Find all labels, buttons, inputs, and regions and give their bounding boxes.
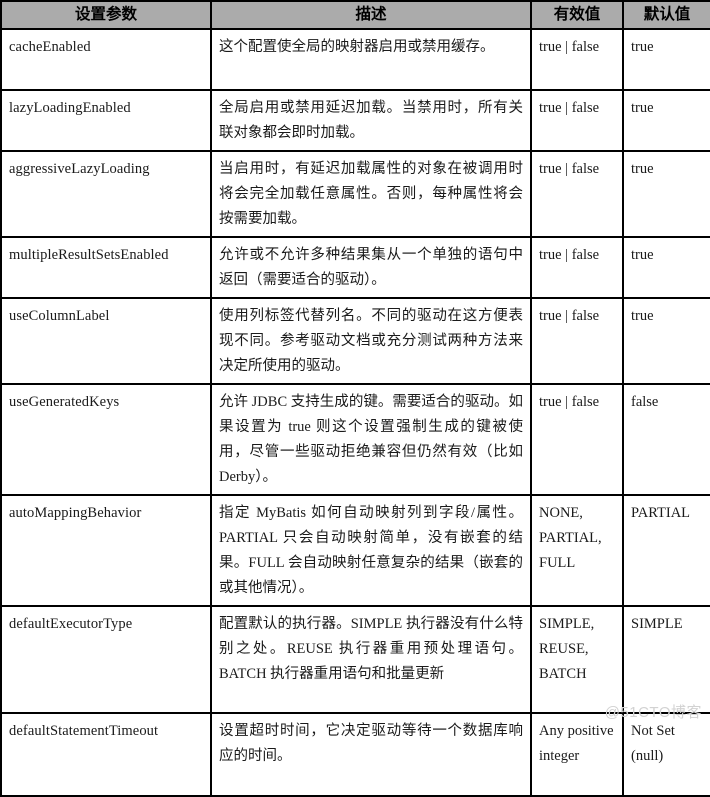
cell-valid: true | false (530, 89, 624, 152)
column-header-default: 默认值 (622, 0, 710, 30)
cell-desc: 全局启用或禁用延迟加载。当禁用时，所有关联对象都会即时加载。 (210, 89, 532, 152)
table-row: defaultStatementTimeout 设置超时时间，它决定驱动等待一个… (0, 712, 710, 797)
table-row: multipleResultSetsEnabled 允许或不允许多种结果集从一个… (0, 236, 710, 299)
cell-valid: SIMPLE, REUSE, BATCH (530, 605, 624, 714)
table-row: useGeneratedKeys 允许 JDBC 支持生成的键。需要适合的驱动。… (0, 383, 710, 496)
cell-desc: 设置超时时间，它决定驱动等待一个数据库响应的时间。 (210, 712, 532, 797)
cell-param: useColumnLabel (0, 297, 212, 385)
cell-desc: 当启用时，有延迟加载属性的对象在被调用时将会完全加载任意属性。否则，每种属性将会… (210, 150, 532, 238)
cell-default: Not Set (null) (622, 712, 710, 797)
cell-default: true (622, 28, 710, 91)
cell-default: false (622, 383, 710, 496)
column-header-desc: 描述 (210, 0, 532, 30)
cell-valid: true | false (530, 383, 624, 496)
cell-param: lazyLoadingEnabled (0, 89, 212, 152)
cell-valid: true | false (530, 297, 624, 385)
cell-param: defaultStatementTimeout (0, 712, 212, 797)
table-row: lazyLoadingEnabled 全局启用或禁用延迟加载。当禁用时，所有关联… (0, 89, 710, 152)
cell-valid: true | false (530, 150, 624, 238)
cell-desc: 指定 MyBatis 如何自动映射列到字段/属性。PARTIAL 只会自动映射简… (210, 494, 532, 607)
table-header-row: 设置参数 描述 有效值 默认值 (0, 0, 710, 30)
cell-desc: 允许 JDBC 支持生成的键。需要适合的驱动。如果设置为 true 则这个设置强… (210, 383, 532, 496)
table-row: useColumnLabel 使用列标签代替列名。不同的驱动在这方便表现不同。参… (0, 297, 710, 385)
table-header: 设置参数 描述 有效值 默认值 (0, 0, 710, 30)
cell-desc: 使用列标签代替列名。不同的驱动在这方便表现不同。参考驱动文档或充分测试两种方法来… (210, 297, 532, 385)
cell-default: SIMPLE (622, 605, 710, 714)
cell-param: multipleResultSetsEnabled (0, 236, 212, 299)
cell-desc: 允许或不允许多种结果集从一个单独的语句中返回（需要适合的驱动）。 (210, 236, 532, 299)
cell-param: aggressiveLazyLoading (0, 150, 212, 238)
table-row: cacheEnabled 这个配置使全局的映射器启用或禁用缓存。 true | … (0, 28, 710, 91)
cell-desc: 这个配置使全局的映射器启用或禁用缓存。 (210, 28, 532, 91)
cell-param: cacheEnabled (0, 28, 212, 91)
table-row: autoMappingBehavior 指定 MyBatis 如何自动映射列到字… (0, 494, 710, 607)
table-row: aggressiveLazyLoading 当启用时，有延迟加载属性的对象在被调… (0, 150, 710, 238)
column-header-param: 设置参数 (0, 0, 212, 30)
cell-valid: Any positive integer (530, 712, 624, 797)
cell-default: true (622, 150, 710, 238)
cell-valid: true | false (530, 236, 624, 299)
cell-default: true (622, 89, 710, 152)
column-header-valid: 有效值 (530, 0, 624, 30)
table-body: cacheEnabled 这个配置使全局的映射器启用或禁用缓存。 true | … (0, 28, 710, 797)
cell-desc: 配置默认的执行器。SIMPLE 执行器没有什么特别之处。REUSE 执行器重用预… (210, 605, 532, 714)
cell-param: defaultExecutorType (0, 605, 212, 714)
table-row: defaultExecutorType 配置默认的执行器。SIMPLE 执行器没… (0, 605, 710, 714)
mybatis-settings-table: 设置参数 描述 有效值 默认值 cacheEnabled 这个配置使全局的映射器… (0, 0, 710, 797)
cell-default: true (622, 297, 710, 385)
cell-default: PARTIAL (622, 494, 710, 607)
cell-valid: NONE, PARTIAL, FULL (530, 494, 624, 607)
cell-param: useGeneratedKeys (0, 383, 212, 496)
cell-param: autoMappingBehavior (0, 494, 212, 607)
cell-valid: true | false (530, 28, 624, 91)
cell-default: true (622, 236, 710, 299)
